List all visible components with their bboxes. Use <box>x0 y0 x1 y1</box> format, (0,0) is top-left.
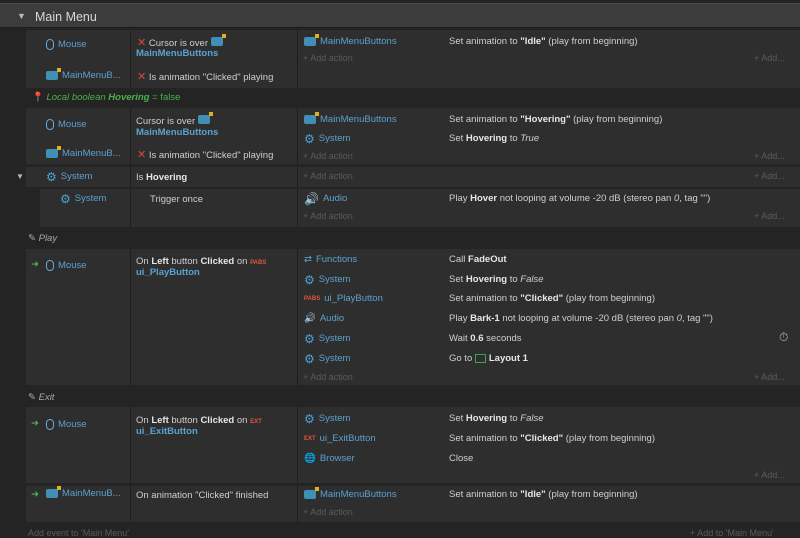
group-title: Main Menu <box>35 10 97 24</box>
button-sprite-icon: PABS <box>304 295 321 302</box>
gear-icon: ⚙ <box>304 351 315 366</box>
action-row[interactable]: MainMenuButtons Set animation to "Hoveri… <box>298 111 800 129</box>
add-button[interactable]: + Add... <box>754 53 785 63</box>
layout-icon <box>474 353 486 363</box>
add-button[interactable]: + Add... <box>754 372 785 382</box>
add-button[interactable]: + Add... <box>754 171 785 181</box>
sprite-icon <box>46 146 61 158</box>
sprite-icon <box>197 112 213 124</box>
action-row[interactable]: PABS ui_PlayButton Set animation to "Clic… <box>298 290 800 308</box>
gear-icon: ⚙ <box>304 411 315 426</box>
add-action-button[interactable]: + Add action <box>303 53 353 63</box>
condition-text[interactable]: Trigger once <box>150 194 203 205</box>
action-row[interactable]: EXT ui_ExitButton Set animation to "Click… <box>298 430 800 448</box>
local-variable[interactable]: 📍 Local boolean Hovering = false <box>32 92 180 103</box>
action-row[interactable]: ⚙ System Set Hovering to False <box>298 271 800 289</box>
location-pin-icon: 📍 <box>32 92 44 103</box>
object-link[interactable]: MainMenuButtons <box>136 48 218 59</box>
mouse-icon <box>46 419 54 430</box>
action-row[interactable]: ⚙ System Set Hovering to False <box>298 410 800 428</box>
audio-icon: 🔊 <box>304 191 319 206</box>
trigger-arrow-icon: ➜ <box>31 418 39 429</box>
comment-icon: ✎ <box>28 233 36 244</box>
condition-text[interactable]: Is Hovering <box>136 172 187 183</box>
audio-icon: 🔊 <box>304 313 316 324</box>
add-action-button[interactable]: + Add action <box>303 151 353 161</box>
sprite-icon <box>304 112 319 124</box>
mouse-icon <box>46 39 54 50</box>
gear-icon: ⚙ <box>304 331 315 346</box>
object-link[interactable]: ui_PlayButton <box>136 267 200 278</box>
gear-icon: ⚙ <box>304 272 315 287</box>
timer-icon: ⏱ <box>779 330 789 344</box>
button-sprite-icon: EXT <box>250 419 262 425</box>
mouse-icon <box>46 119 54 130</box>
comment-icon: ✎ <box>28 392 36 403</box>
globe-icon: 🌐 <box>304 453 316 464</box>
action-row[interactable]: MainMenuButtons Set animation to "Idle" … <box>298 486 800 504</box>
add-to-group-link[interactable]: + Add to 'Main Menu' <box>690 528 774 538</box>
event-sheet-group-header[interactable]: ▼ Main Menu <box>0 3 800 28</box>
trigger-arrow-icon: ➜ <box>31 489 39 500</box>
comment[interactable]: ✎ Play <box>28 233 57 244</box>
action-text: Set animation to "Idle" (play from begin… <box>449 36 638 47</box>
action-row[interactable]: MainMenuButtons Set animation to "Idle" … <box>298 33 800 51</box>
condition-object: Mouse <box>46 39 87 50</box>
add-button[interactable]: + Add... <box>754 470 785 480</box>
mouse-icon <box>46 260 54 271</box>
add-action-button[interactable]: + Add action <box>303 507 353 517</box>
collapse-triangle-icon[interactable]: ▼ <box>17 11 26 21</box>
functions-icon: ⇄ <box>304 254 312 265</box>
add-action-button[interactable]: + Add action <box>303 171 353 181</box>
add-action-button[interactable]: + Add action <box>303 372 353 382</box>
add-action-button[interactable]: + Add action <box>303 211 353 221</box>
action-row[interactable]: ⚙ System Wait 0.6 seconds <box>298 330 800 348</box>
collapse-triangle-icon[interactable]: ▼ <box>16 172 24 181</box>
sprite-icon <box>304 34 319 46</box>
condition-text[interactable]: ✕ Is animation "Clicked" playing <box>137 70 273 83</box>
gear-icon: ⚙ <box>304 131 315 146</box>
action-row[interactable]: ⇄ Functions Call FadeOut <box>298 251 800 269</box>
condition-text[interactable]: On Left button Clicked on PABS <box>136 256 266 267</box>
add-button[interactable]: + Add... <box>754 151 785 161</box>
button-sprite-icon: EXT <box>304 435 316 442</box>
action-row[interactable]: 🔊 Audio Play Bark-1 not looping at volume… <box>298 310 800 328</box>
condition-text[interactable]: ✕ Is animation "Clicked" playing <box>137 148 273 161</box>
add-button[interactable]: + Add... <box>754 211 785 221</box>
gear-icon: ⚙ <box>60 191 71 206</box>
object-link[interactable]: MainMenuButtons <box>136 127 218 138</box>
invert-x-icon: ✕ <box>137 71 147 83</box>
action-row[interactable]: ⚙ System Set Hovering to True <box>298 130 800 148</box>
gear-icon: ⚙ <box>46 169 57 184</box>
comment[interactable]: ✎ Exit <box>28 392 54 403</box>
condition-text[interactable]: On Left button Clicked on EXT <box>136 415 262 426</box>
trigger-arrow-icon: ➜ <box>31 259 39 270</box>
action-row[interactable]: 🔊 Audio Play Hover not looping at volume … <box>298 190 800 208</box>
action-row[interactable]: ⚙ System Go to Layout 1 <box>298 350 800 368</box>
condition-text[interactable]: Cursor is over <box>136 112 213 127</box>
action-row[interactable]: 🌐 Browser Close <box>298 450 800 468</box>
sprite-icon <box>46 486 61 498</box>
object-link[interactable]: ui_ExitButton <box>136 426 198 437</box>
sprite-icon <box>210 34 226 46</box>
button-sprite-icon: PABS <box>250 260 267 266</box>
condition-text[interactable]: On animation "Clicked" finished <box>136 490 268 501</box>
sprite-icon <box>304 487 319 499</box>
invert-x-icon: ✕ <box>137 149 147 161</box>
sprite-icon <box>46 68 61 80</box>
add-event-link[interactable]: Add event to 'Main Menu' <box>28 528 129 538</box>
